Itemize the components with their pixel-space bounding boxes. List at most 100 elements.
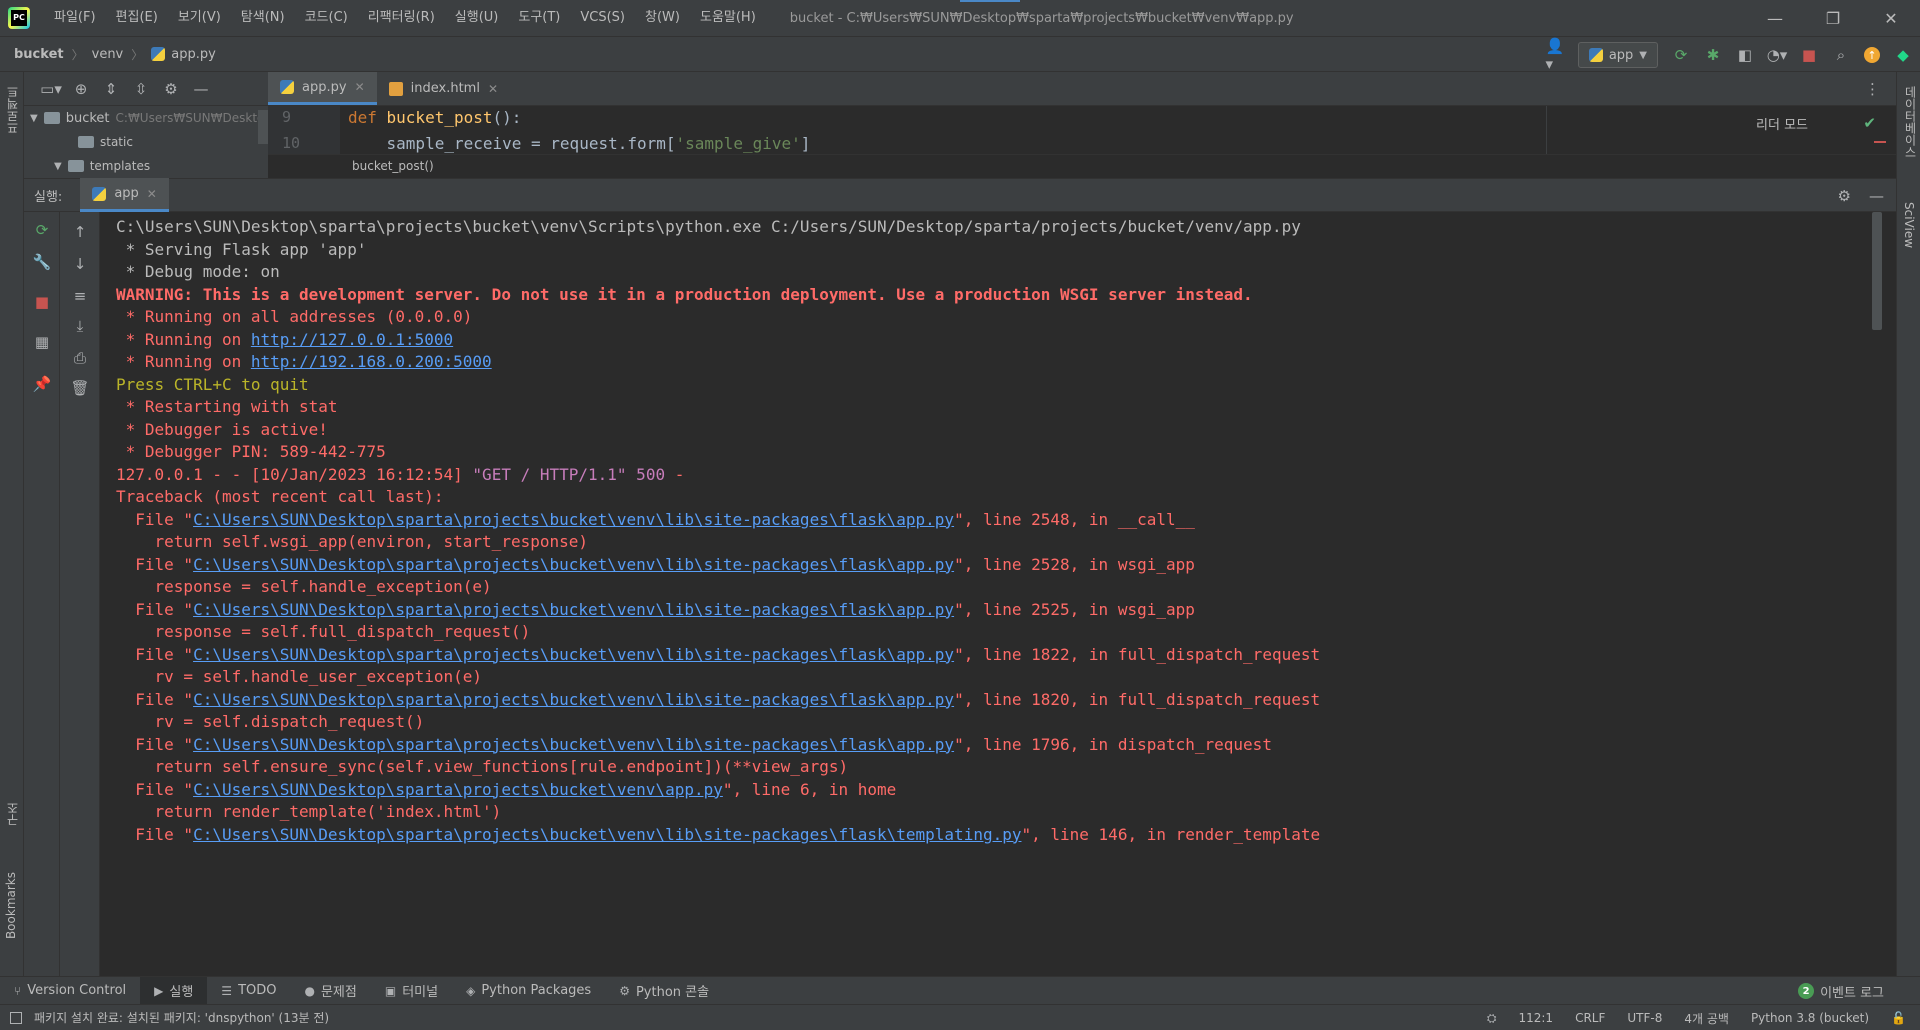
more-vertical-icon[interactable]: ⋮ [1865,80,1880,98]
close-icon[interactable]: ✕ [147,187,157,201]
console-scrollbar[interactable] [1872,212,1882,330]
rerun-icon[interactable]: ⟳ [32,220,52,240]
arrow-up-icon[interactable]: ↑ [70,222,90,242]
restore-button[interactable]: ❐ [1804,0,1862,36]
lock-icon[interactable]: 🔓 [1891,1011,1906,1025]
menu-item[interactable]: 리팩터링(R) [358,0,445,36]
tab-app-py[interactable]: app.py ✕ [268,72,377,105]
run-tab-app[interactable]: app ✕ [80,178,169,212]
menu-item[interactable]: 파일(F) [44,0,106,36]
bottom-tool-터미널[interactable]: ▣ 터미널 [371,977,452,1005]
network-icon[interactable]: ⛭ [1487,1011,1497,1026]
soft-wrap-icon[interactable]: ≡ [70,286,90,306]
menu-item[interactable]: 도구(T) [508,0,570,36]
file-encoding[interactable]: UTF-8 [1627,1011,1662,1025]
bottom-tool-문제점[interactable]: ● 문제점 [290,977,370,1005]
caret-position[interactable]: 112:1 [1518,1011,1553,1025]
tree-scrollbar[interactable] [258,110,268,144]
tree-item-static[interactable]: static [78,130,133,154]
console-link[interactable]: C:\Users\SUN\Desktop\sparta\projects\buc… [193,645,954,664]
close-window-button[interactable]: ✕ [1862,0,1920,36]
sciview-tool-button[interactable]: SciView [1902,202,1916,248]
bottom-tool-python-콘솔[interactable]: ⚙ Python 콘솔 [605,977,723,1005]
debug-icon[interactable]: ✱ [1704,46,1722,64]
database-tool-button[interactable]: 데이터베이스 [1902,86,1919,158]
scroll-to-end-icon[interactable]: ⤓ [70,316,90,336]
editor-breadcrumb[interactable]: bucket_post() [268,154,1896,178]
breadcrumb-project[interactable]: bucket [14,47,64,62]
menu-item[interactable]: 실행(U) [445,0,509,36]
console-link[interactable]: C:\Users\SUN\Desktop\sparta\projects\buc… [193,555,954,574]
bottom-tool-todo[interactable]: ☰ TODO [207,977,290,1005]
profile-icon[interactable]: ◔▾ [1767,46,1788,64]
menu-item[interactable]: 탐색(N) [231,0,295,36]
run-console-output[interactable]: C:\Users\SUN\Desktop\sparta\projects\buc… [100,212,1882,976]
code-editor[interactable]: 9 10 def bucket_post(): sample_receive =… [268,106,1896,178]
tool-windows-toggle-icon[interactable] [10,1012,22,1024]
menu-item[interactable]: 창(W) [635,0,690,36]
close-icon[interactable]: ✕ [355,80,365,94]
expand-all-icon[interactable]: ⇕ [102,80,120,98]
pycharm-logo-icon[interactable] [8,7,30,29]
menu-item[interactable]: 도움말(H) [690,0,766,36]
console-link[interactable]: C:\Users\SUN\Desktop\sparta\projects\buc… [193,510,954,529]
console-link[interactable]: C:\Users\SUN\Desktop\sparta\projects\buc… [193,735,954,754]
breadcrumb-folder[interactable]: venv [92,47,124,62]
bottom-tool-python-packages[interactable]: ◈ Python Packages [452,977,605,1005]
update-icon[interactable]: ↑ [1864,47,1880,63]
stop-icon[interactable]: ■ [32,292,52,312]
inspection-ok-icon[interactable]: ✔ [1863,114,1876,132]
menu-item[interactable]: 코드(C) [295,0,358,36]
search-icon[interactable]: ⌕ [1832,46,1850,64]
wrench-icon[interactable]: 🔧 [32,252,52,272]
bottom-tool-version-control[interactable]: ⑂ Version Control [0,977,140,1005]
breadcrumb-file[interactable]: app.py [151,47,216,62]
menu-item[interactable]: 보기(V) [168,0,231,36]
collapse-all-icon[interactable]: ⇳ [132,80,150,98]
tree-item-root[interactable]: ▼ bucket C:₩Users₩SUN₩Desktop₩ [30,106,268,130]
project-view-icon[interactable]: ▭▾ [40,80,62,98]
structure-tool-button[interactable]: 구조 [4,802,21,826]
tree-item-templates[interactable]: ▼ templates [54,154,150,178]
minimize-button[interactable]: — [1746,0,1804,36]
console-link[interactable]: http://127.0.0.1:5000 [251,330,453,349]
bookmarks-tool-button[interactable]: Bookmarks [4,872,18,939]
close-icon[interactable]: ✕ [488,82,498,96]
project-tool-button[interactable]: 프로젝트 [4,86,21,134]
console-line: File "C:\Users\SUN\Desktop\sparta\projec… [116,644,1320,666]
run-configuration-select[interactable]: app ▼ [1577,42,1658,68]
tab-index-html[interactable]: index.html ✕ [377,72,510,105]
coverage-icon[interactable]: ◧ [1736,46,1754,64]
event-log-button[interactable]: 2 이벤트 로그 [1798,977,1884,1005]
hide-icon[interactable]: — [1869,187,1884,205]
jetbrains-toolbox-icon[interactable]: ◆ [1894,46,1912,64]
stop-icon[interactable]: ■ [1800,46,1818,64]
chevron-down-icon[interactable]: ▼ [54,161,62,172]
trash-icon[interactable]: 🗑 [70,378,90,398]
gear-icon[interactable]: ⚙ [1838,187,1851,205]
indent-setting[interactable]: 4개 공백 [1684,1010,1729,1027]
python-interpreter[interactable]: Python 3.8 (bucket) [1751,1011,1869,1025]
arrow-down-icon[interactable]: ↓ [70,254,90,274]
menu-item[interactable]: VCS(S) [570,0,635,36]
menu-item[interactable]: 편집(E) [106,0,168,36]
chevron-down-icon[interactable]: ▼ [30,113,38,124]
bottom-tool-실행[interactable]: ▶ 실행 [140,976,208,1005]
console-link[interactable]: C:\Users\SUN\Desktop\sparta\projects\buc… [193,690,954,709]
error-stripe-mark[interactable] [1874,141,1886,143]
console-link[interactable]: http://192.168.0.200:5000 [251,352,492,371]
layout-icon[interactable]: ▦ [32,332,52,352]
status-message[interactable]: 패키지 설치 완료: 설치된 패키지: 'dnspython' (13분 전) [0,1009,329,1026]
print-icon[interactable]: ⎙ [70,348,90,368]
hide-icon[interactable]: — [192,80,210,98]
line-separator[interactable]: CRLF [1575,1011,1605,1025]
console-link[interactable]: C:\Users\SUN\Desktop\sparta\projects\buc… [193,780,723,799]
locate-icon[interactable]: ⊕ [72,80,90,98]
reader-mode-button[interactable]: 리더 모드 [1756,114,1808,133]
gear-icon[interactable]: ⚙ [162,80,180,98]
console-link[interactable]: C:\Users\SUN\Desktop\sparta\projects\buc… [193,825,1021,844]
pin-icon[interactable]: 📌 [32,374,52,394]
rerun-icon[interactable]: ⟳ [1672,46,1690,64]
user-icon[interactable]: 👤▾ [1545,37,1564,73]
console-link[interactable]: C:\Users\SUN\Desktop\sparta\projects\buc… [193,600,954,619]
